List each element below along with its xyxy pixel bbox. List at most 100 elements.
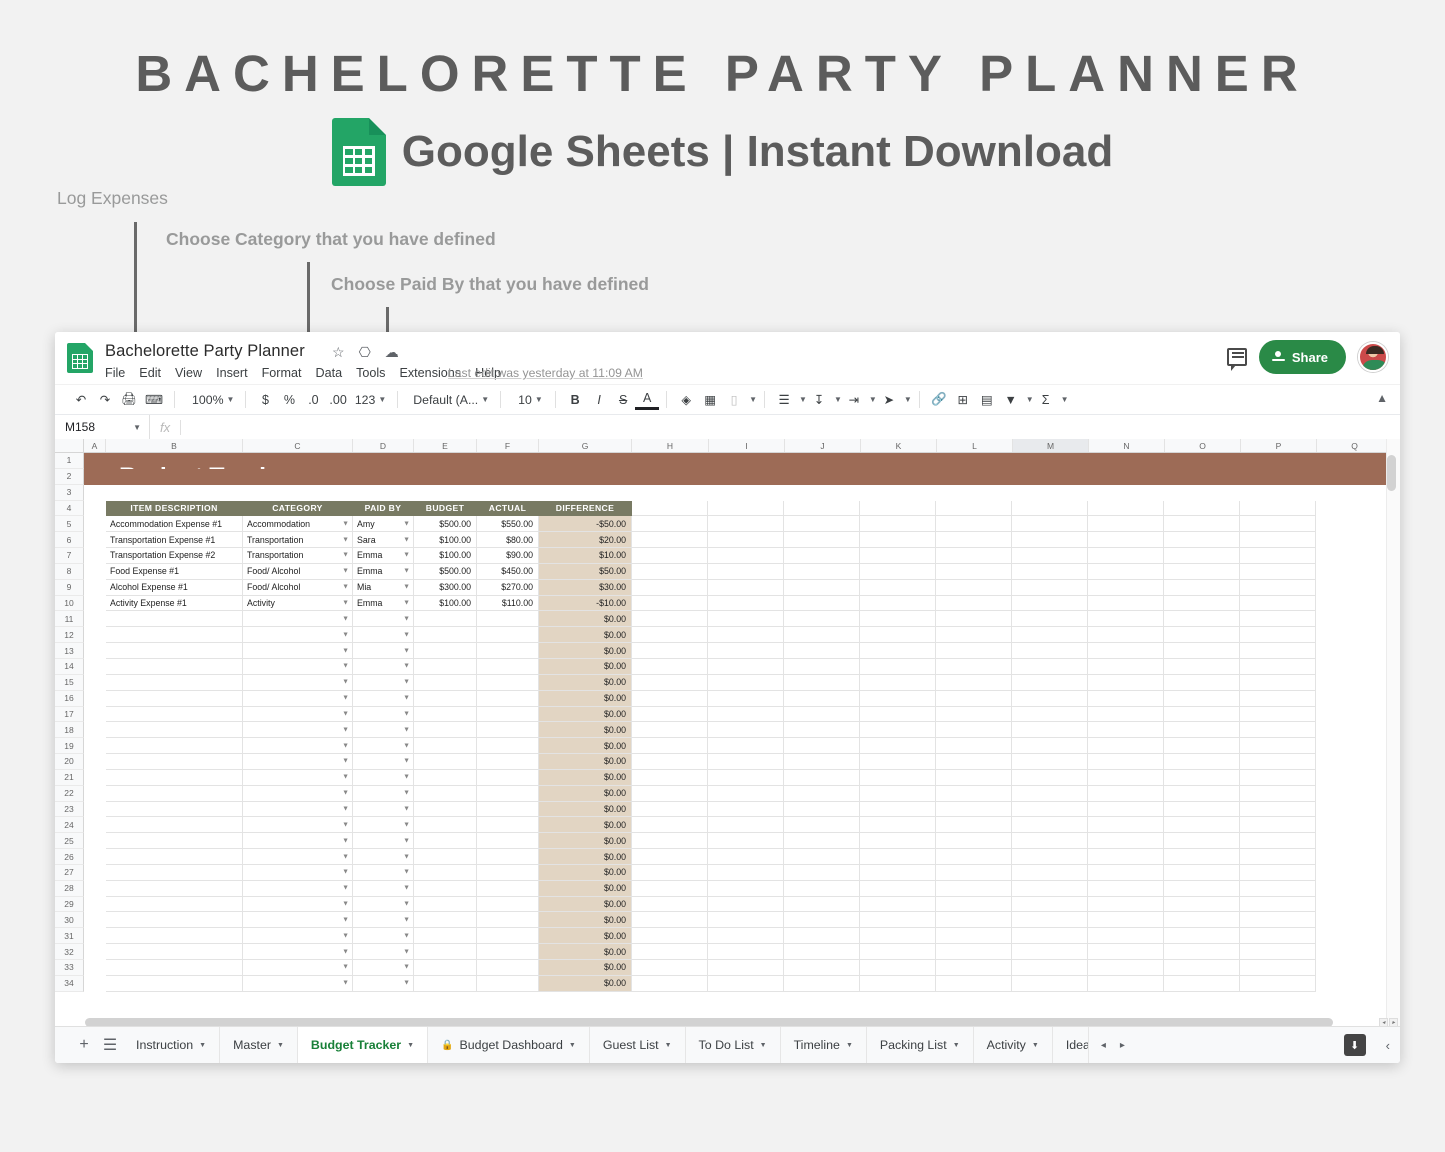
grid-cell[interactable] — [784, 516, 860, 532]
grid-cell[interactable] — [708, 865, 784, 881]
row-number[interactable]: 21 — [55, 770, 84, 786]
grid-cell[interactable] — [1088, 675, 1164, 691]
grid-cell[interactable] — [84, 596, 106, 612]
grid-cell[interactable] — [1088, 912, 1164, 928]
sheet-tab-to-do-list[interactable]: To Do List ▼ — [686, 1027, 781, 1064]
grid-cell[interactable] — [784, 659, 860, 675]
grid-cell[interactable] — [632, 802, 708, 818]
row-number[interactable]: 30 — [55, 912, 84, 928]
cell-budget[interactable] — [414, 881, 477, 897]
grid-cell[interactable] — [1240, 944, 1316, 960]
grid-cell[interactable] — [784, 580, 860, 596]
cell-difference[interactable]: $0.00 — [539, 691, 632, 707]
cell-difference[interactable]: $0.00 — [539, 738, 632, 754]
cell-category[interactable]: Transportation▼ — [243, 548, 353, 564]
grid-cell[interactable] — [936, 659, 1012, 675]
grid-cell[interactable] — [708, 691, 784, 707]
grid-cell[interactable] — [708, 675, 784, 691]
chevron-down-icon[interactable]: ▼ — [403, 568, 410, 575]
chevron-down-icon[interactable]: ▼ — [403, 853, 410, 860]
cell-category[interactable]: ▼ — [243, 865, 353, 881]
chevron-down-icon[interactable]: ▼ — [403, 600, 410, 607]
cell-difference[interactable]: $0.00 — [539, 611, 632, 627]
grid-cell[interactable] — [708, 627, 784, 643]
grid-cell[interactable] — [1240, 627, 1316, 643]
grid-cell[interactable] — [936, 912, 1012, 928]
grid-cell[interactable] — [936, 865, 1012, 881]
grid-cell[interactable] — [84, 817, 106, 833]
grid-cell[interactable] — [1240, 596, 1316, 612]
row-number[interactable]: 12 — [55, 627, 84, 643]
grid-cell[interactable] — [1088, 627, 1164, 643]
cell-paid-by[interactable]: ▼ — [353, 881, 414, 897]
grid-cell[interactable] — [784, 928, 860, 944]
cell-paid-by[interactable]: ▼ — [353, 627, 414, 643]
cell-budget[interactable]: $100.00 — [414, 532, 477, 548]
grid-cell[interactable] — [936, 596, 1012, 612]
row-number[interactable]: 20 — [55, 754, 84, 770]
grid-cell[interactable] — [1164, 501, 1240, 517]
chevron-down-icon[interactable]: ▼ — [342, 600, 349, 607]
grid-cell[interactable] — [936, 976, 1012, 992]
cell-difference[interactable]: $0.00 — [539, 817, 632, 833]
cell-category[interactable]: ▼ — [243, 976, 353, 992]
grid-cell[interactable] — [860, 786, 936, 802]
grid-cell[interactable] — [1240, 643, 1316, 659]
cell-item-description[interactable] — [106, 707, 243, 723]
grid-cell[interactable] — [632, 675, 708, 691]
grid-cell[interactable] — [784, 960, 860, 976]
cell-budget[interactable] — [414, 897, 477, 913]
menu-data[interactable]: Data — [315, 366, 342, 380]
cell-budget[interactable] — [414, 722, 477, 738]
grid-cell[interactable] — [1240, 691, 1316, 707]
grid-cell[interactable] — [784, 643, 860, 659]
borders-icon[interactable]: ▦ — [698, 388, 722, 412]
grid-cell[interactable] — [1164, 976, 1240, 992]
grid-cell[interactable] — [1088, 849, 1164, 865]
cell-category[interactable]: ▼ — [243, 897, 353, 913]
chevron-down-icon[interactable]: ▼ — [342, 980, 349, 987]
grid-cell[interactable] — [1240, 707, 1316, 723]
grid-cell[interactable] — [84, 754, 106, 770]
row-number[interactable]: 17 — [55, 707, 84, 723]
scroll-left-icon[interactable]: ◂ — [1101, 1040, 1106, 1051]
column-header-b[interactable]: B — [106, 439, 243, 452]
grid-cell[interactable] — [1088, 722, 1164, 738]
row-number[interactable]: 19 — [55, 738, 84, 754]
decrease-decimal-button[interactable]: .0 — [301, 388, 325, 412]
cell-paid-by[interactable]: ▼ — [353, 659, 414, 675]
grid-cell[interactable] — [632, 707, 708, 723]
row-number[interactable]: 10 — [55, 596, 84, 612]
cell-item-description[interactable]: Food Expense #1 — [106, 564, 243, 580]
chevron-down-icon[interactable]: ▼ — [277, 1042, 284, 1049]
cell-budget[interactable] — [414, 786, 477, 802]
fill-color-icon[interactable]: ◈ — [674, 388, 698, 412]
grid-cell[interactable] — [1164, 960, 1240, 976]
grid-cell[interactable] — [1012, 770, 1088, 786]
cell-category[interactable]: ▼ — [243, 833, 353, 849]
grid-cell[interactable] — [936, 501, 1012, 517]
grid-cell[interactable] — [106, 485, 1400, 501]
cell-budget[interactable] — [414, 770, 477, 786]
chevron-down-icon[interactable]: ▼ — [846, 1042, 853, 1049]
grid-cell[interactable] — [1088, 833, 1164, 849]
grid-cell[interactable] — [1088, 865, 1164, 881]
cell-item-description[interactable] — [106, 643, 243, 659]
cell-actual[interactable] — [477, 865, 539, 881]
cell-difference[interactable]: $0.00 — [539, 643, 632, 659]
grid-cell[interactable] — [708, 596, 784, 612]
grid-cell[interactable] — [84, 786, 106, 802]
cell-actual[interactable] — [477, 897, 539, 913]
grid-cell[interactable] — [784, 944, 860, 960]
cell-item-description[interactable] — [106, 833, 243, 849]
grid-cell[interactable] — [708, 817, 784, 833]
cell-actual[interactable] — [477, 754, 539, 770]
chevron-down-icon[interactable]: ▼ — [342, 568, 349, 575]
horizontal-align-icon[interactable]: ☰ — [772, 388, 796, 412]
cell-item-description[interactable] — [106, 691, 243, 707]
cell-category[interactable]: ▼ — [243, 643, 353, 659]
grid-cell[interactable] — [1240, 770, 1316, 786]
chevron-down-icon[interactable]: ▼ — [342, 742, 349, 749]
cell-budget[interactable] — [414, 960, 477, 976]
grid-cell[interactable] — [860, 501, 936, 517]
